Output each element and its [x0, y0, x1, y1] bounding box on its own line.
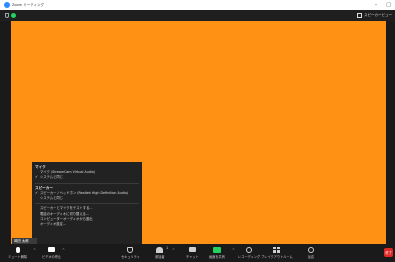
meeting-topbar: スピーカービュー: [0, 10, 395, 21]
window-titlebar: Zoom ミーティング – □: [0, 0, 395, 10]
chat-label: チャット: [186, 255, 199, 259]
reactions-icon: [308, 246, 314, 253]
end-meeting-button[interactable]: 終了: [384, 248, 393, 257]
breakout-rooms-button[interactable]: ブレイクアウトルーム: [261, 246, 293, 259]
mic-option-label: システムと同じ: [40, 175, 63, 180]
record-icon: [246, 246, 253, 253]
breakout-rooms-label: ブレイクアウトルーム: [261, 255, 293, 259]
share-screen-label: 画面を共有: [209, 255, 225, 259]
mic-option[interactable]: ✓ システムと同じ: [35, 175, 139, 180]
speaker-option-label: システムと同じ: [40, 196, 63, 201]
speaker-option[interactable]: システムと同じ: [35, 196, 139, 201]
share-screen-button[interactable]: 画面を共有: [209, 246, 225, 259]
reactions-button[interactable]: 反応: [307, 246, 315, 259]
reactions-label: 反応: [307, 255, 315, 259]
mute-button[interactable]: ミュート解除: [8, 246, 27, 259]
speaker-option-label: スピーカー / ヘッドホン (Realtek High Definition A…: [40, 190, 129, 195]
video-options-caret[interactable]: ^: [62, 248, 65, 252]
participants-button[interactable]: 参加者: [155, 246, 165, 259]
video-button[interactable]: ビデオの停止: [42, 246, 61, 259]
record-button[interactable]: レコーディング: [238, 246, 260, 259]
grid-icon: [357, 13, 362, 18]
participant-count: 1: [166, 246, 169, 250]
view-toggle-label: スピーカービュー: [364, 13, 392, 17]
menu-divider: [35, 182, 139, 184]
chat-bubble-icon: [188, 247, 196, 252]
chat-button[interactable]: チャット: [186, 246, 199, 259]
mute-label: ミュート解除: [8, 255, 28, 259]
video-label: ビデオの停止: [42, 255, 62, 259]
audio-options-caret[interactable]: ^: [33, 248, 36, 252]
maximize-button[interactable]: □: [386, 2, 391, 8]
view-toggle-button[interactable]: スピーカービュー: [357, 12, 392, 19]
mic-option-label: マイク (StreamCam Virtual Audio): [40, 170, 96, 175]
shield-icon[interactable]: [5, 13, 9, 18]
window-title: Zoom ミーティング: [12, 2, 44, 7]
breakout-rooms-icon: [273, 246, 281, 253]
participants-icon: [156, 246, 164, 253]
participants-label: 参加者: [155, 255, 165, 259]
audio-options-menu: マイク マイク (StreamCam Virtual Audio) ✓ システム…: [32, 162, 142, 246]
meeting-toolbar: ミュート解除 ^ ビデオの停止 ^ セキュリティ 参加者 1 ^ チャット 画面…: [0, 244, 395, 262]
security-label: セキュリティ: [121, 255, 140, 259]
minimize-button[interactable]: –: [375, 2, 378, 8]
security-button[interactable]: セキュリティ: [121, 246, 140, 259]
security-shield-icon: [127, 246, 134, 253]
participants-options-caret[interactable]: ^: [172, 248, 175, 252]
checkmark-icon: ✓: [35, 175, 39, 180]
share-screen-icon: [212, 246, 221, 253]
encryption-status-icon[interactable]: [11, 13, 16, 18]
window-controls: – □: [375, 0, 391, 10]
record-label: レコーディング: [238, 255, 261, 259]
video-camera-icon: [48, 247, 56, 252]
microphone-icon: [15, 246, 20, 253]
zoom-app-icon: [4, 2, 10, 8]
share-options-caret[interactable]: ^: [232, 248, 235, 252]
menu-divider: [35, 203, 139, 205]
audio-settings-menu-item[interactable]: オーディオ設定...: [35, 222, 139, 227]
